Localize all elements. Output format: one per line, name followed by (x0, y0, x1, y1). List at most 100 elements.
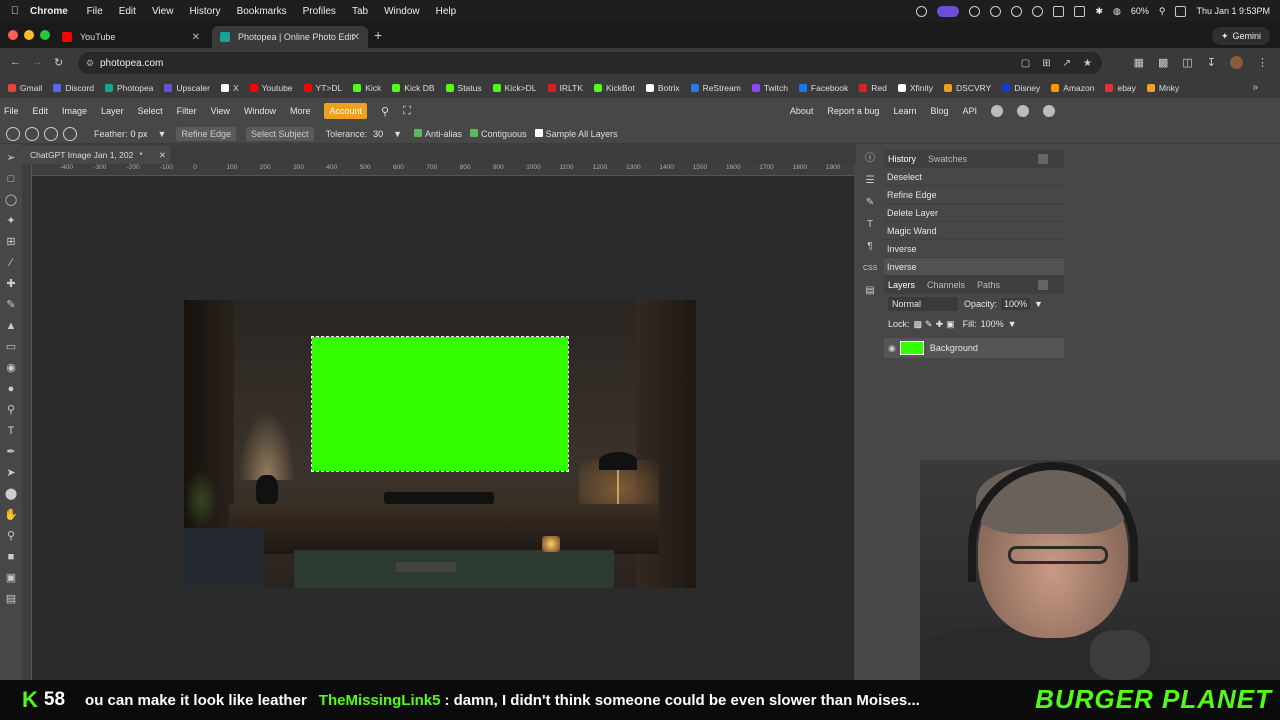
tab-swatches[interactable]: Swatches (928, 154, 967, 164)
reload-icon[interactable]: ↻ (54, 56, 63, 69)
menu-layer[interactable]: Layer (101, 106, 124, 116)
lock-all-icon[interactable]: ▣ (946, 319, 955, 330)
mac-menu-edit[interactable]: Edit (119, 6, 136, 17)
bookmark-kick-db[interactable]: Kick DB (392, 83, 435, 93)
history-item[interactable]: Inverse (884, 258, 1064, 276)
close-tab-icon[interactable]: ✕ (352, 32, 360, 43)
history-item[interactable]: Delete Layer (884, 204, 1064, 222)
select-subject-button[interactable]: Select Subject (246, 126, 314, 141)
control-center-icon[interactable] (1175, 5, 1187, 17)
opacity-input[interactable]: 100% (1001, 298, 1031, 310)
path-select-tool-icon[interactable]: ➤ (4, 466, 18, 480)
back-arrow-icon[interactable]: ← (10, 56, 21, 68)
chevron-down-icon[interactable]: ▼ (1034, 299, 1043, 309)
history-item[interactable]: Inverse (884, 240, 1064, 258)
menu-more[interactable]: More (290, 106, 311, 116)
fill-input[interactable]: 100% (981, 319, 1004, 329)
menu-edit[interactable]: Edit (33, 106, 49, 116)
bookmark-amazon[interactable]: Amazon (1051, 83, 1094, 93)
screen-mode-icon[interactable]: ▤ (4, 592, 18, 606)
tab-channels[interactable]: Channels (927, 280, 965, 290)
bookmark-upscaler[interactable]: Upscaler (164, 83, 210, 93)
zoom-tool-icon[interactable]: ⚲ (4, 529, 18, 543)
panel-menu-icon[interactable] (1038, 280, 1048, 290)
chevron-down-icon[interactable]: ▼ (158, 129, 167, 139)
sample-all-checkbox[interactable] (534, 128, 543, 137)
anti-alias-checkbox[interactable] (414, 128, 423, 137)
bookmark-mnky[interactable]: Mnky (1146, 83, 1179, 93)
bluetooth-icon[interactable]: ✱ (1095, 6, 1103, 17)
bookmark-irltk[interactable]: IRLTK (547, 83, 583, 93)
profile-avatar[interactable] (1230, 56, 1243, 69)
status-icon[interactable] (916, 5, 928, 17)
add-selection-icon[interactable] (25, 126, 39, 141)
site-info-icon[interactable]: ⚙ (86, 58, 94, 69)
link-learn[interactable]: Learn (893, 106, 916, 116)
url-bar[interactable]: ⚙ photopea.com ▢ ⊞ ↗ ★ (78, 52, 1102, 74)
hand-tool-icon[interactable]: ✋ (4, 508, 18, 522)
type-tool-icon[interactable]: T (4, 424, 18, 438)
bookmark-kick-dl[interactable]: Kick>DL (492, 83, 537, 93)
brush-tool-icon[interactable]: ✎ (4, 298, 18, 312)
info-icon[interactable]: ⓘ (863, 152, 877, 166)
download-icon[interactable]: ↧ (1207, 56, 1216, 69)
menu-file[interactable]: File (4, 106, 19, 116)
kebab-menu-icon[interactable]: ⋮ (1257, 56, 1268, 69)
account-button[interactable]: Account (324, 103, 367, 119)
bookmark-kick[interactable]: Kick (353, 83, 381, 93)
bookmark-ebay[interactable]: ebay (1105, 83, 1136, 93)
move-tool-icon[interactable]: ➢ (4, 151, 18, 165)
forward-arrow-icon[interactable]: → (32, 56, 43, 68)
volume-icon[interactable] (1032, 5, 1044, 17)
tab-layers[interactable]: Layers (888, 280, 915, 290)
chevron-down-icon[interactable]: ▼ (393, 129, 402, 139)
history-item[interactable]: Deselect (884, 168, 1064, 186)
history-item[interactable]: Refine Edge (884, 186, 1064, 204)
bookmark-status[interactable]: Status (445, 83, 482, 93)
layer-row-background[interactable]: ◉ Background (884, 338, 1064, 358)
bookmark-twitch[interactable]: Twitch (751, 83, 788, 93)
search-icon[interactable]: ⚲ (381, 105, 389, 118)
blend-mode-select[interactable]: Normal (888, 297, 958, 311)
paragraph-icon[interactable]: ¶ (863, 240, 877, 254)
screen-share-icon[interactable] (937, 5, 960, 17)
more-bookmarks-icon[interactable]: » (1252, 82, 1258, 93)
canvas-area[interactable] (32, 176, 854, 680)
lock-paint-icon[interactable]: ✎ (925, 319, 933, 330)
pen-tool-icon[interactable]: ✒ (4, 445, 18, 459)
fullscreen-icon[interactable]: ⛶ (403, 105, 411, 118)
document-image[interactable] (184, 300, 696, 588)
feather-input[interactable]: 0 px (131, 129, 148, 139)
bookmark-red[interactable]: Red (859, 83, 887, 93)
close-document-icon[interactable]: ✕ (159, 150, 166, 161)
link-blog[interactable]: Blog (930, 106, 948, 116)
puzzle-icon[interactable]: ▩ (1158, 56, 1168, 69)
contiguous-checkbox[interactable] (470, 128, 479, 137)
tab-photopea[interactable]: Photopea | Online Photo Edit ✕ (212, 26, 368, 48)
bookmark-star-icon[interactable]: ★ (1083, 58, 1092, 69)
subtract-selection-icon[interactable] (44, 126, 58, 141)
magic-wand-tool-icon[interactable]: ✦ (4, 214, 18, 228)
brush-settings-icon[interactable]: ✎ (863, 196, 877, 210)
menu-view[interactable]: View (211, 106, 230, 116)
bookmark-xfinity[interactable]: Xfinity (897, 83, 933, 93)
mac-menu-bookmarks[interactable]: Bookmarks (237, 6, 287, 17)
mac-menu-help[interactable]: Help (436, 6, 457, 17)
play-icon[interactable] (1011, 5, 1023, 17)
new-tab-button[interactable]: + (374, 27, 382, 43)
link-report-a-bug[interactable]: Report a bug (827, 106, 879, 116)
shape-tool-icon[interactable]: ⬤ (4, 487, 18, 501)
menu-filter[interactable]: Filter (177, 106, 197, 116)
eyedropper-tool-icon[interactable]: ∕ (4, 256, 18, 270)
bookmark-youtube[interactable]: Youtube (249, 83, 293, 93)
mac-menu-history[interactable]: History (189, 6, 220, 17)
character-icon[interactable]: T (863, 218, 877, 232)
share-icon[interactable]: ↗ (1063, 58, 1071, 69)
install-icon[interactable]: ⊞ (1042, 58, 1050, 69)
crop-tool-icon[interactable]: ⊞ (4, 235, 18, 249)
close-window-button[interactable] (8, 30, 18, 40)
mac-menu-window[interactable]: Window (384, 6, 420, 17)
eraser-tool-icon[interactable]: ▭ (4, 340, 18, 354)
gemini-button[interactable]: ✦ Gemini (1211, 27, 1270, 45)
search-icon[interactable]: ⚲ (1159, 6, 1166, 17)
